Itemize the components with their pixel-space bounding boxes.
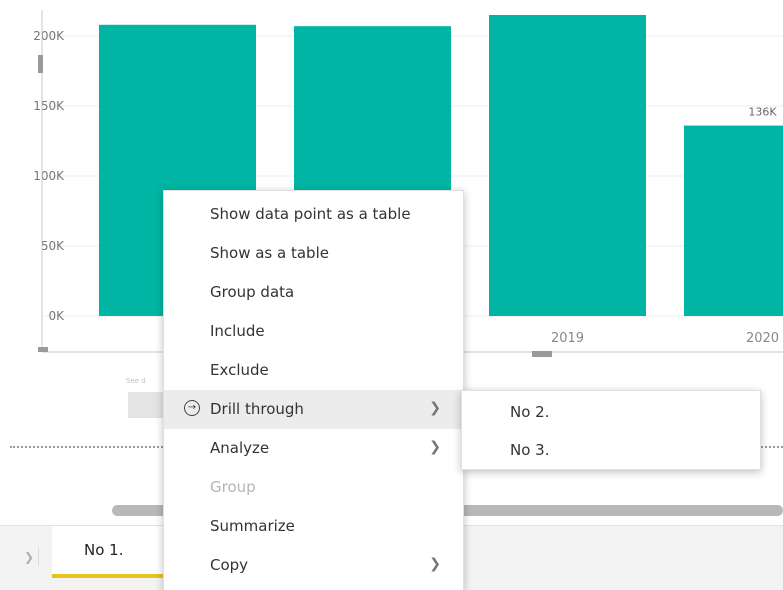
menu-item-show-data-point-as-table[interactable]: Show data point as a table — [164, 195, 463, 234]
tab-label: No 1. — [84, 541, 124, 559]
chart-caption: See d — [126, 377, 146, 385]
drill-through-submenu: No 2. No 3. — [461, 390, 761, 470]
chevron-right-icon: ❯ — [429, 400, 441, 416]
menu-item-exclude[interactable]: Exclude — [164, 351, 463, 390]
menu-item-group-data[interactable]: Group data — [164, 273, 463, 312]
menu-item-label: Group data — [210, 283, 295, 301]
menu-item-label: Summarize — [210, 517, 295, 535]
chevron-right-icon[interactable]: ❯ — [20, 548, 39, 566]
menu-item-label: Include — [210, 322, 265, 340]
menu-item-drill-through[interactable]: → Drill through ❯ — [164, 390, 463, 429]
menu-item-analyze[interactable]: Analyze ❯ — [164, 429, 463, 468]
menu-item-show-as-table[interactable]: Show as a table — [164, 234, 463, 273]
menu-item-label: Exclude — [210, 361, 269, 379]
y-tick-label: 150K — [33, 99, 65, 113]
menu-item-label: Group — [210, 478, 256, 496]
bar-2019[interactable] — [489, 15, 646, 316]
menu-item-label: Show data point as a table — [210, 205, 411, 223]
drill-through-icon: → — [184, 400, 200, 416]
submenu-item-label: No 3. — [510, 441, 550, 459]
active-tab-indicator — [52, 574, 172, 578]
menu-item-summarize[interactable]: Summarize — [164, 507, 463, 546]
y-tick-label: 0K — [48, 309, 65, 323]
tab-no-1[interactable]: No 1. — [52, 526, 172, 578]
submenu-item-label: No 2. — [510, 403, 550, 421]
category-label-2020: 2020 — [746, 331, 779, 346]
resize-handle-bottom-left[interactable] — [38, 347, 48, 352]
submenu-item-no-2[interactable]: No 2. — [462, 393, 760, 431]
submenu-item-no-3[interactable]: No 3. — [462, 431, 760, 469]
menu-item-copy[interactable]: Copy ❯ — [164, 546, 463, 585]
menu-item-label: Analyze — [210, 439, 270, 457]
menu-item-include[interactable]: Include — [164, 312, 463, 351]
report-canvas: 0K50K100K150K200K22019136K2020 See d ❯ N… — [0, 0, 783, 590]
y-tick-label: 200K — [33, 29, 65, 43]
menu-item-label: Drill through — [210, 400, 304, 418]
data-label-2020: 136K — [748, 106, 777, 119]
chevron-right-icon: ❯ — [429, 556, 441, 572]
menu-item-label: Copy — [210, 556, 249, 574]
menu-item-group: Group — [164, 468, 463, 507]
chart-scroll-stub[interactable] — [128, 392, 168, 418]
menu-item-label: Show as a table — [210, 244, 329, 262]
y-tick-label: 100K — [33, 169, 65, 183]
resize-handle-bottom[interactable] — [532, 351, 552, 357]
resize-handle-left[interactable] — [38, 55, 43, 73]
context-menu: Show data point as a table Show as a tab… — [163, 190, 464, 590]
y-tick-label: 50K — [41, 239, 65, 253]
category-label-2019: 2019 — [551, 331, 584, 346]
chevron-right-icon: ❯ — [429, 439, 441, 455]
bar-2020[interactable] — [684, 125, 783, 316]
